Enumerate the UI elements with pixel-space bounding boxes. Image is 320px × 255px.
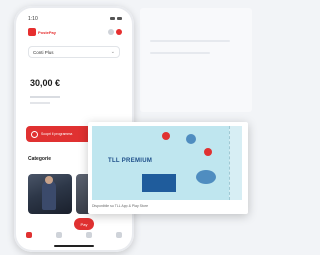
person-head (45, 176, 53, 184)
bill-stub (229, 126, 242, 200)
brand-logo-icon (204, 148, 212, 156)
decorative-shape (186, 134, 196, 144)
tab-bar (14, 232, 134, 238)
section-title: Categorie (28, 156, 52, 162)
balance-detail-line (30, 96, 60, 98)
app-logo: PostePay (28, 28, 56, 36)
wallet-tab-icon[interactable] (56, 232, 62, 238)
pay-button[interactable]: Pay (74, 218, 94, 230)
profile-icon[interactable] (116, 29, 122, 35)
status-icons (110, 17, 122, 20)
home-indicator (54, 245, 94, 247)
background-line (150, 52, 210, 54)
category-card-image[interactable] (28, 174, 72, 214)
header-actions (108, 29, 122, 35)
info-icon (31, 130, 38, 138)
cards-tab-icon[interactable] (86, 232, 92, 238)
brand-logo-icon (162, 132, 170, 140)
brand-name: PostePay (38, 29, 57, 35)
menu-tab-icon[interactable] (116, 232, 122, 238)
decorative-block (142, 174, 176, 192)
battery-icon (117, 17, 122, 20)
bill-title: TLL PREMIUM (108, 158, 153, 164)
home-tab-icon[interactable] (26, 232, 32, 238)
balance-amount: 30,00 € (30, 78, 61, 88)
account-label: Conti Plus (33, 49, 54, 55)
signal-icon (110, 17, 115, 20)
account-selector[interactable]: Conti Plus ⌄ (28, 46, 120, 58)
brand-mark-icon (28, 28, 36, 36)
balance-detail-line (30, 102, 50, 104)
promo-text: Scopri il programma (41, 131, 73, 136)
background-panel (140, 8, 252, 112)
status-time: 1:10 (28, 16, 38, 22)
notification-icon[interactable] (108, 29, 114, 35)
bill-caption: Disponibile su TLL App & Play Store (92, 204, 149, 208)
background-line (150, 40, 230, 42)
bill-image: TLL PREMIUM (92, 126, 242, 200)
bill-card[interactable]: TLL PREMIUM Disponibile su TLL App & Pla… (88, 122, 248, 214)
person-figure (42, 180, 56, 210)
chevron-down-icon: ⌄ (110, 48, 115, 55)
decorative-shape (196, 170, 216, 184)
